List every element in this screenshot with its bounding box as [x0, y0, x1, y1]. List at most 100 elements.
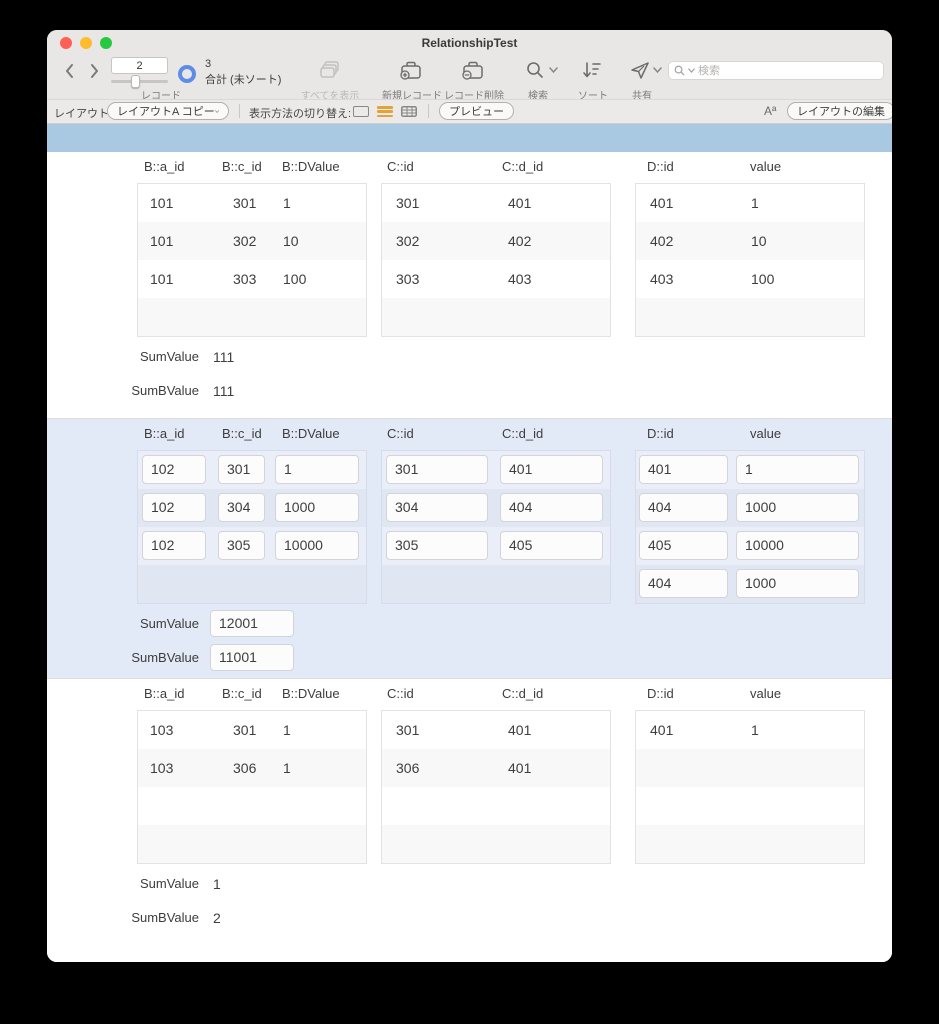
portal-c-field[interactable]: 403	[508, 260, 531, 298]
search-field-chevron-icon[interactable]	[688, 68, 695, 73]
portal-c-field[interactable]: 304	[386, 493, 488, 522]
record-number-input[interactable]	[111, 57, 168, 74]
sum-value-field[interactable]: 12001	[210, 610, 294, 637]
portal-row	[138, 787, 366, 825]
form-view-icon[interactable]	[353, 106, 369, 117]
portal-b-field[interactable]: 102	[142, 493, 206, 522]
sum-value-field[interactable]: 111	[213, 349, 234, 365]
portal-d-field[interactable]: 1	[751, 711, 759, 749]
sum-b-value-field[interactable]: 11001	[210, 644, 294, 671]
sort-icon[interactable]	[582, 61, 602, 79]
portal-d-field[interactable]: 403	[650, 260, 673, 298]
edit-layout-button[interactable]: レイアウトの編集	[787, 102, 892, 120]
record-row[interactable]: B::a_idB::c_idB::DValue10130111013021010…	[47, 152, 892, 418]
portal-b-field[interactable]: 301	[233, 184, 256, 222]
portal-d-field[interactable]: 100	[751, 260, 774, 298]
portal-c-field[interactable]: 401	[508, 711, 531, 749]
portal-c-field[interactable]: 401	[508, 184, 531, 222]
portal-row: 102 304 1000	[138, 489, 366, 527]
portal-d-field[interactable]: 10	[751, 222, 767, 260]
share-dropdown-chevron-icon[interactable]	[653, 67, 662, 73]
table-view-icon[interactable]	[401, 106, 417, 117]
delete-record-icon[interactable]	[461, 61, 485, 80]
portal-b-field[interactable]: 1000	[275, 493, 359, 522]
portal-d-field[interactable]: 404	[639, 569, 728, 598]
portal-c-field[interactable]: 401	[500, 455, 603, 484]
portal-d-field[interactable]: 401	[650, 184, 673, 222]
list-view-icon[interactable]	[377, 106, 393, 117]
preview-button[interactable]: プレビュー	[439, 102, 514, 120]
portal-c-field[interactable]: 301	[386, 455, 488, 484]
search-dropdown-chevron-icon[interactable]	[549, 67, 558, 73]
share-icon[interactable]	[630, 61, 650, 80]
portal-c-field[interactable]: 302	[396, 222, 419, 260]
portal-b-field[interactable]: 103	[150, 749, 173, 787]
previous-record-button[interactable]	[64, 63, 75, 79]
portal-d-field[interactable]: 402	[650, 222, 673, 260]
found-set-ring-icon	[178, 65, 196, 83]
portal-b-field[interactable]: 101	[150, 222, 173, 260]
portal-c-field[interactable]: 401	[508, 749, 531, 787]
search-icon[interactable]	[526, 61, 544, 79]
portal-c-field[interactable]: 405	[500, 531, 603, 560]
portal-row	[382, 825, 610, 863]
portal-d-field[interactable]: 10000	[736, 531, 859, 560]
new-record-icon[interactable]	[399, 61, 423, 80]
portal-c-field[interactable]: 306	[396, 749, 419, 787]
portal-d-field[interactable]: 405	[639, 531, 728, 560]
sum-b-value-field[interactable]: 111	[213, 383, 234, 399]
portal-c-field[interactable]: 303	[396, 260, 419, 298]
portal-d-column-header: D::id	[647, 159, 674, 174]
portal-d-field[interactable]: 1	[751, 184, 759, 222]
sum-value-field[interactable]: 1	[213, 876, 221, 892]
portal-b-field[interactable]: 10	[283, 222, 299, 260]
portal-row: 102 305 10000	[138, 527, 366, 565]
record-row[interactable]: B::a_idB::c_idB::DValue10330111033061C::…	[47, 678, 892, 962]
portal-row: 404 1000	[636, 565, 864, 603]
portal-b-field[interactable]: 1	[283, 749, 291, 787]
portal-c-field[interactable]: 404	[500, 493, 603, 522]
text-formatting-icon[interactable]: Aª	[764, 104, 776, 118]
portal-c-field[interactable]: 301	[396, 711, 419, 749]
portal-b-field[interactable]: 303	[233, 260, 256, 298]
portal-d-field[interactable]: 401	[650, 711, 673, 749]
show-all-icon	[319, 61, 341, 80]
portal-b-field[interactable]: 306	[233, 749, 256, 787]
sum-b-value-field[interactable]: 2	[213, 910, 221, 926]
portal-b-field[interactable]: 301	[218, 455, 265, 484]
quick-search-field[interactable]	[668, 61, 884, 80]
portal-d-field[interactable]: 401	[639, 455, 728, 484]
portal-b-field[interactable]: 102	[142, 531, 206, 560]
portal-b-field[interactable]: 10000	[275, 531, 359, 560]
portal-d-field[interactable]: 1000	[736, 569, 859, 598]
divider	[239, 104, 240, 118]
portal-b-field[interactable]: 1	[275, 455, 359, 484]
portal-b-field[interactable]: 103	[150, 711, 173, 749]
portal-b-field[interactable]: 101	[150, 260, 173, 298]
portal-row: 301 401	[382, 451, 610, 489]
portal-d-field[interactable]: 404	[639, 493, 728, 522]
search-input[interactable]	[698, 65, 878, 77]
portal-b-column-header: B::DValue	[282, 686, 340, 701]
portal-c: 301 401 304 404 305 405	[381, 450, 611, 604]
record-row[interactable]: B::a_idB::c_idB::DValue10230111023041000…	[47, 418, 892, 678]
portal-c-field[interactable]: 301	[396, 184, 419, 222]
portal-b-field[interactable]: 304	[218, 493, 265, 522]
sum-b-value-label: SumBValue	[105, 650, 199, 665]
portal-b-field[interactable]: 302	[233, 222, 256, 260]
next-record-button[interactable]	[89, 63, 100, 79]
portal-b-field[interactable]: 301	[233, 711, 256, 749]
portal-c-field[interactable]: 402	[508, 222, 531, 260]
layout-dropdown-chevron-icon	[215, 109, 219, 114]
portal-b-field[interactable]: 1	[283, 711, 291, 749]
portal-d-field[interactable]: 1000	[736, 493, 859, 522]
portal-c-field[interactable]: 305	[386, 531, 488, 560]
portal-d-field[interactable]: 1	[736, 455, 859, 484]
portal-row: 101 302 10	[138, 222, 366, 260]
portal-b-field[interactable]: 305	[218, 531, 265, 560]
portal-b-field[interactable]: 101	[150, 184, 173, 222]
portal-b-field[interactable]: 1	[283, 184, 291, 222]
portal-b-field[interactable]: 102	[142, 455, 206, 484]
portal-b-field[interactable]: 100	[283, 260, 306, 298]
layout-selector-dropdown[interactable]: レイアウトA コピー	[107, 102, 229, 120]
